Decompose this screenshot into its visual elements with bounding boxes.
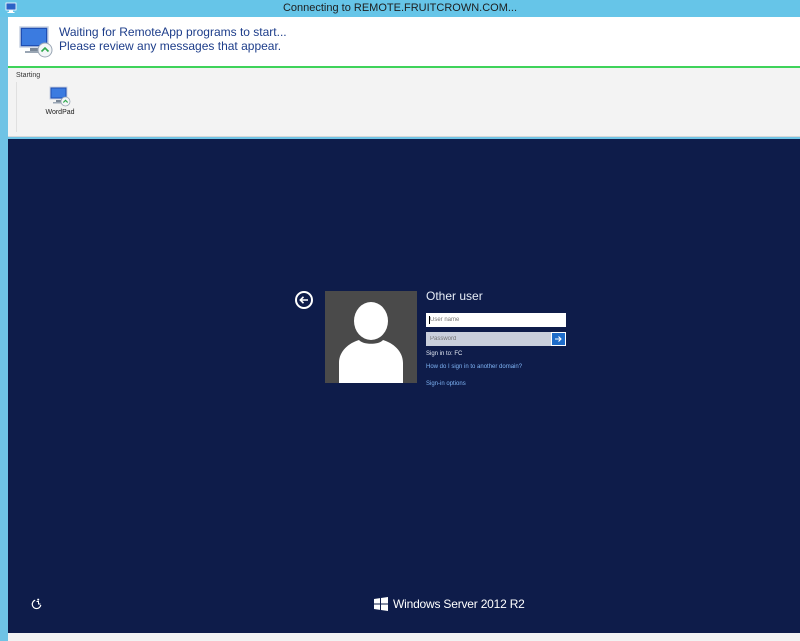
back-button[interactable] [295, 291, 313, 309]
starting-programs-panel: Starting WordPad [8, 68, 800, 137]
rdp-connection-window: Connecting to REMOTE.FRUITCROWN.COM... W… [0, 0, 800, 641]
text-cursor [429, 316, 430, 324]
status-line-2: Please review any messages that appear. [59, 39, 282, 53]
section-label: Starting [16, 72, 41, 79]
password-field[interactable] [426, 332, 566, 346]
user-heading: Other user [426, 289, 483, 303]
username-input[interactable] [427, 314, 565, 326]
panel-divider [16, 82, 17, 132]
brand-text: Windows Server 2012 R2 [393, 597, 525, 611]
arrow-right-icon [555, 336, 562, 342]
ease-of-access-icon[interactable] [31, 598, 43, 610]
app-tile-label: WordPad [45, 109, 75, 116]
remote-app-icon [19, 26, 53, 58]
sign-in-domain: Sign in to: FC [426, 351, 463, 357]
remote-session-screen[interactable]: Other user Sign in to: FC How do I sign … [8, 139, 800, 633]
window-title: Connecting to REMOTE.FRUITCROWN.COM... [282, 2, 518, 14]
login-form: Other user Sign in to: FC How do I sign … [426, 289, 576, 387]
password-input[interactable] [427, 333, 551, 345]
status-banner: Waiting for RemoteApp programs to start.… [8, 17, 800, 68]
submit-button[interactable] [551, 332, 566, 346]
remote-app-icon [49, 86, 71, 107]
status-message: Waiting for RemoteApp programs to start.… [59, 25, 287, 53]
username-field[interactable] [426, 313, 566, 327]
status-line-1: Waiting for RemoteApp programs to start.… [59, 25, 287, 39]
user-silhouette-icon [339, 302, 403, 383]
windows-server-brand: Windows Server 2012 R2 [374, 597, 525, 611]
sign-in-options-link[interactable]: Sign-in options [426, 381, 576, 387]
windows-logo-icon [374, 597, 388, 611]
back-arrow-icon [299, 296, 308, 304]
window-bottom-edge [8, 633, 800, 641]
user-avatar [325, 291, 417, 383]
title-bar[interactable]: Connecting to REMOTE.FRUITCROWN.COM... [0, 0, 800, 17]
other-domain-link[interactable]: How do I sign in to another domain? [426, 364, 576, 370]
app-tile-wordpad[interactable]: WordPad [42, 85, 78, 116]
